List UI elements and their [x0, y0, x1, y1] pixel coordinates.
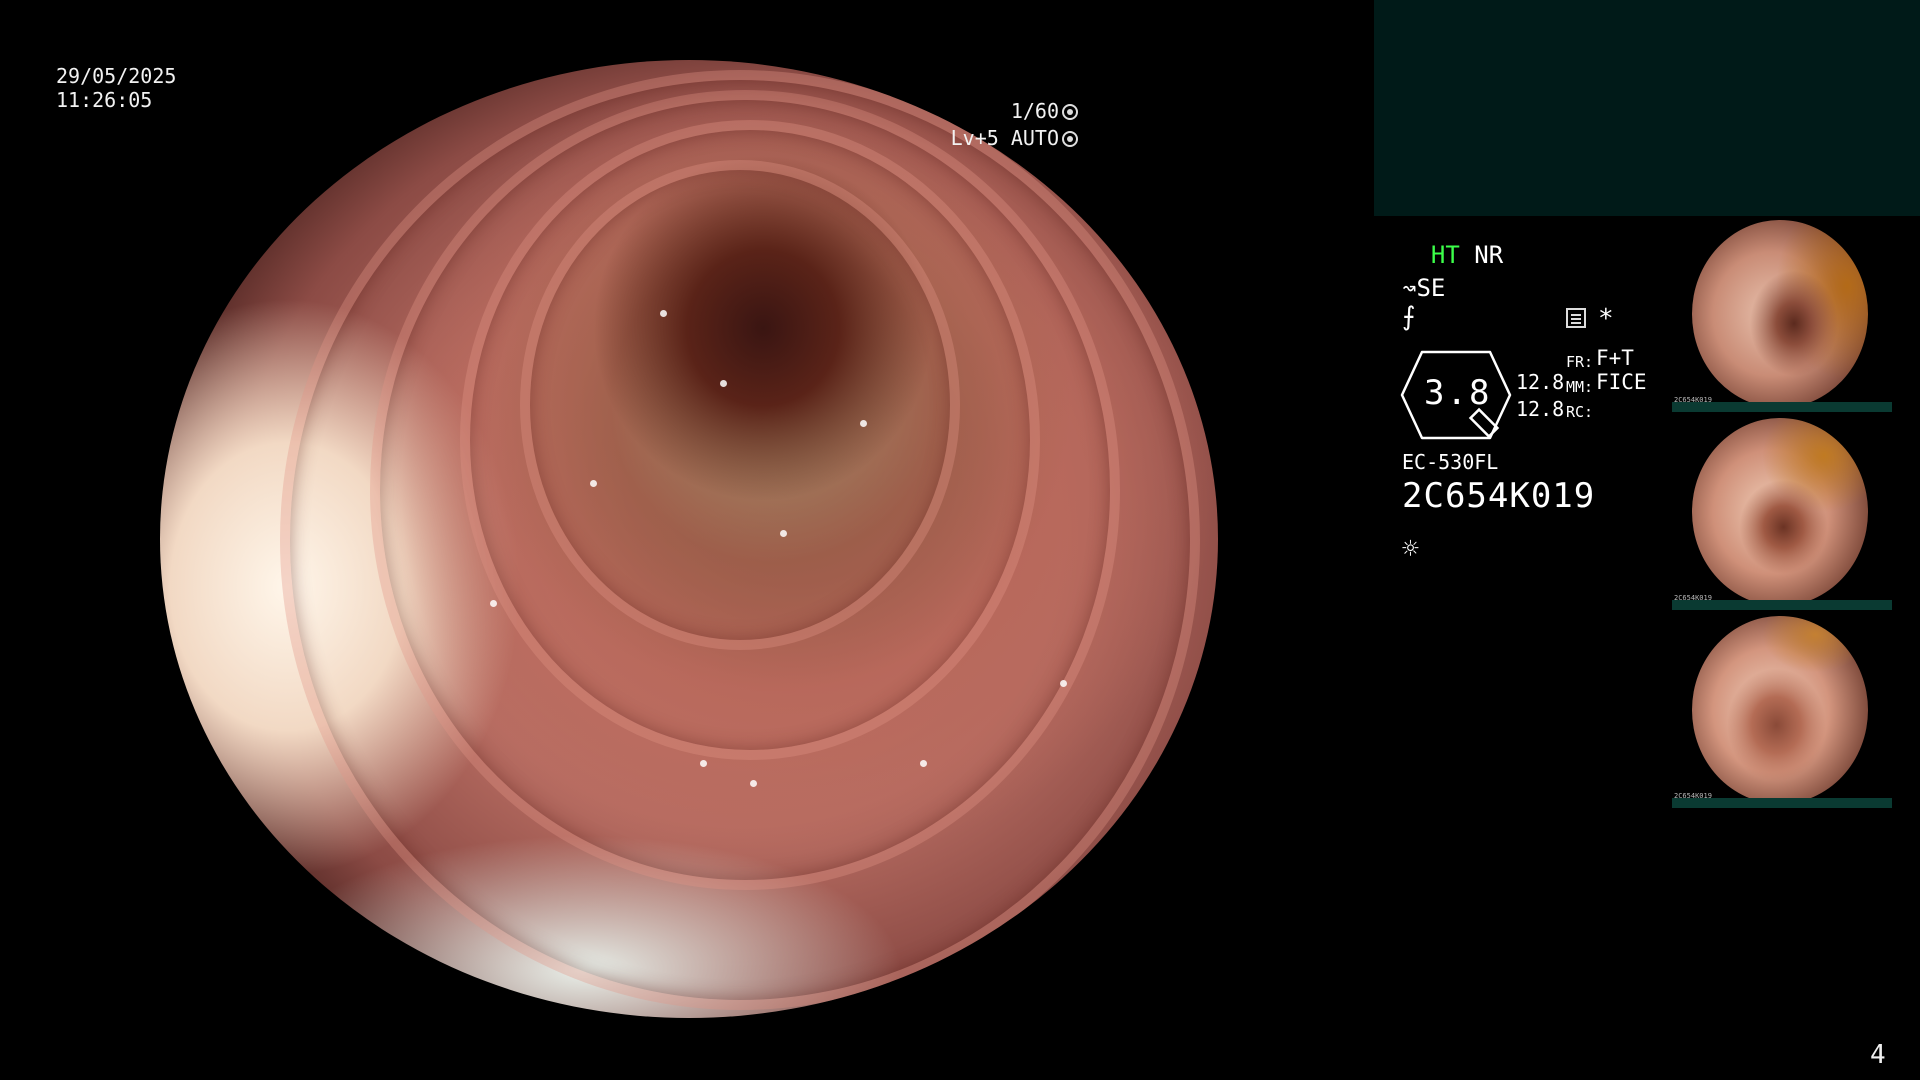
brightness-icon: ☼: [1402, 532, 1419, 565]
captured-thumbnail[interactable]: 2C654K019: [1672, 414, 1920, 610]
reflection: [590, 480, 597, 487]
structure-enhance-mode: ↝SE: [1402, 273, 1445, 303]
iris-text: AUTO: [1010, 126, 1059, 150]
reflection: [920, 760, 927, 767]
thumbnail-image: [1692, 418, 1868, 606]
fr-label: FR:: [1566, 353, 1594, 371]
endoscopy-live-view: [160, 60, 1218, 1018]
reflection: [700, 760, 707, 767]
captured-thumbnail[interactable]: 2C654K019: [1672, 216, 1920, 412]
asterisk-mark: *: [1598, 304, 1614, 334]
reflection: [660, 310, 667, 317]
edge-icon: ⨍: [1402, 302, 1416, 332]
time-text: 11:26:05: [56, 88, 153, 112]
reflection: [490, 600, 497, 607]
aperture-icon: [1062, 104, 1078, 120]
fr-value: F+T: [1596, 346, 1634, 370]
setting-labels: FR: MM: RC:: [1566, 350, 1593, 425]
reflection: [780, 530, 787, 537]
mm-value-1: 12.8: [1516, 370, 1565, 394]
structure-enhance-icon: ↝: [1402, 274, 1417, 302]
rc-label: RC:: [1566, 403, 1594, 421]
patient-info-bar: [1374, 0, 1920, 216]
ht-indicator: HT: [1430, 241, 1460, 269]
shutter-text: 1/60: [1010, 99, 1059, 123]
reflection: [1060, 680, 1067, 687]
thumbnail-image: [1692, 616, 1868, 804]
dial-value: 3.8: [1424, 373, 1492, 413]
reflection: [860, 420, 867, 427]
reflection: [750, 780, 757, 787]
exposure-readout: 1/60 Lv+5 AUTO: [951, 98, 1078, 152]
mucosal-fold: [280, 70, 1200, 1010]
mm-mode-value: FICE: [1596, 370, 1647, 394]
mm-label: MM:: [1566, 378, 1594, 396]
mm-value-2: 12.8: [1516, 397, 1565, 421]
setting-values: F+T FICE: [1596, 346, 1647, 394]
mm-values: 12.8 12.8: [1516, 369, 1564, 423]
level-text: Lv+5: [950, 126, 999, 150]
thumbnail-image: [1692, 220, 1868, 408]
menu-icon: [1566, 308, 1586, 328]
scope-model: EC-530FL: [1402, 450, 1499, 474]
date-time: 29/05/2025 11:26:05: [56, 64, 176, 112]
dial-needle-icon: [1468, 407, 1500, 439]
reflection: [720, 380, 727, 387]
thumbnail-bar: [1672, 402, 1892, 412]
se-indicator: SE: [1416, 274, 1446, 302]
auto-iris-icon: [1062, 131, 1078, 147]
thumbnail-bar: [1672, 600, 1892, 610]
thumbnail-bar: [1672, 798, 1892, 808]
scope-serial: 2C654K019: [1402, 476, 1596, 516]
enhancement-status: HT NR: [1402, 240, 1503, 270]
date-text: 29/05/2025: [56, 64, 177, 88]
captured-thumbnail[interactable]: 2C654K019: [1672, 612, 1920, 808]
nr-indicator: NR: [1474, 241, 1504, 269]
page-number: 4: [1870, 1040, 1886, 1070]
